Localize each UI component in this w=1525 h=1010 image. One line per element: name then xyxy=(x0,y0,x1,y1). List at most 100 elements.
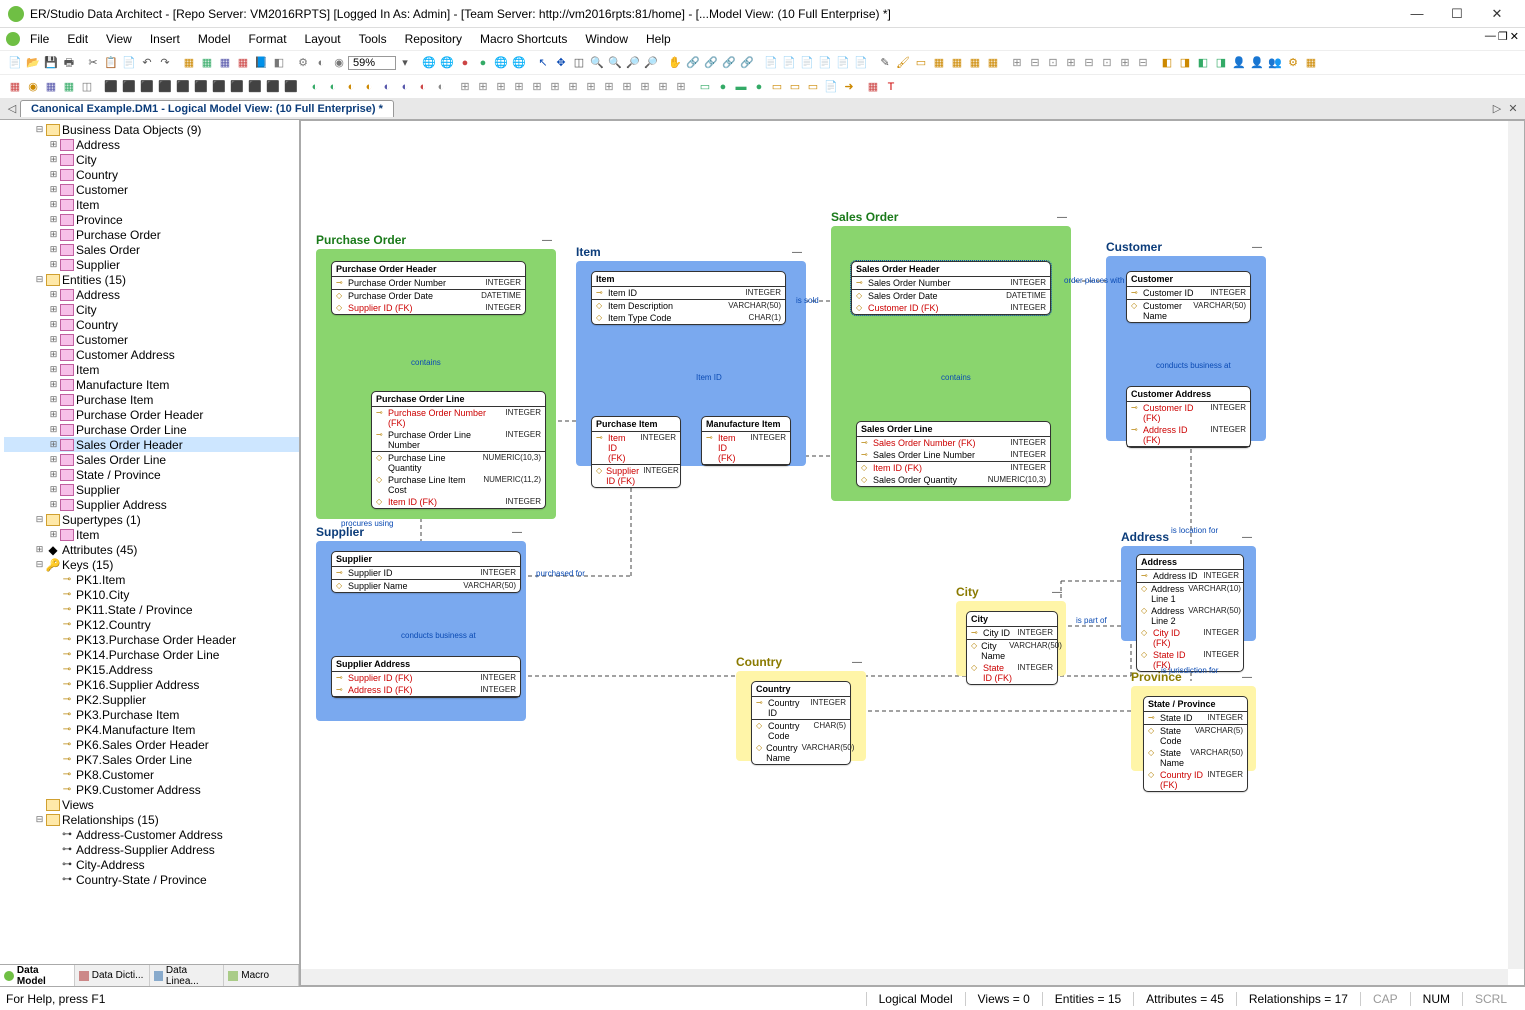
toolbar-button[interactable]: ● xyxy=(456,54,474,72)
toolbar-button[interactable]: ↷ xyxy=(156,53,174,71)
toolbar-button[interactable]: ⊞ xyxy=(1008,53,1026,71)
menu-tools[interactable]: Tools xyxy=(351,30,395,48)
toolbar-button[interactable]: 📄 xyxy=(798,53,816,71)
tree-node[interactable]: ⊞Country xyxy=(4,167,299,182)
tree-node[interactable]: ⊸PK13.Purchase Order Header xyxy=(4,632,299,647)
toolbar-button[interactable]: ▦ xyxy=(42,77,60,95)
toolbar-button[interactable]: ⚙ xyxy=(1284,53,1302,71)
toolbar-button[interactable]: 📄 xyxy=(822,77,840,95)
tree-node[interactable]: ⊸PK10.City xyxy=(4,587,299,602)
entity-address[interactable]: Address⊸Address IDINTEGER◇Address Line 1… xyxy=(1136,554,1244,672)
toolbar-button[interactable]: ⊟ xyxy=(1134,53,1152,71)
tree-node[interactable]: ⊞Sales Order Header xyxy=(4,437,299,452)
tree-node[interactable]: ⊞State / Province xyxy=(4,467,299,482)
toolbar-button[interactable]: ⊟ xyxy=(1026,53,1044,71)
toolbar-button[interactable]: 📄 xyxy=(852,53,870,71)
toolbar-button[interactable]: ⬛ xyxy=(120,77,138,95)
toolbar-button[interactable]: ▦ xyxy=(6,77,24,95)
toolbar-button[interactable]: ⬛ xyxy=(210,77,228,95)
toolbar-button[interactable]: ◫ xyxy=(570,53,588,71)
toolbar-button[interactable]: ⊡ xyxy=(1098,53,1116,71)
tree-node[interactable]: ⊟Entities (15) xyxy=(4,272,299,287)
toolbar-button[interactable]: 🌐 xyxy=(420,53,438,71)
entity-customer-address[interactable]: Customer Address⊸Customer ID (FK)INTEGER… xyxy=(1126,386,1251,448)
menu-edit[interactable]: Edit xyxy=(59,30,96,48)
toolbar-button[interactable]: ⊞ xyxy=(564,77,582,95)
toolbar-button[interactable]: ⬛ xyxy=(246,77,264,95)
toolbar-button[interactable]: 🔍 xyxy=(588,53,606,71)
tree-node[interactable]: ⊸PK7.Sales Order Line xyxy=(4,752,299,767)
toolbar-button[interactable]: ▦ xyxy=(234,53,252,71)
toolbar-button[interactable]: ⊞ xyxy=(654,77,672,95)
toolbar-button[interactable]: ◐ xyxy=(306,78,324,96)
tree-node[interactable]: ⊞Country xyxy=(4,317,299,332)
toolbar-button[interactable]: 📄 xyxy=(120,53,138,71)
tree-node[interactable]: ⊞Customer xyxy=(4,332,299,347)
toolbar-button[interactable]: ⬛ xyxy=(156,77,174,95)
toolbar-button[interactable]: ⬛ xyxy=(264,77,282,95)
entity-manufacture-item[interactable]: Manufacture Item⊸Item ID (FK)INTEGER xyxy=(701,416,791,466)
sidebar-tab-macro[interactable]: Macro xyxy=(224,965,299,986)
menu-layout[interactable]: Layout xyxy=(297,30,349,48)
toolbar-button[interactable]: ◧ xyxy=(1194,53,1212,71)
tree-node[interactable]: ⊞Purchase Order Line xyxy=(4,422,299,437)
tree-node[interactable]: ⊞Customer Address xyxy=(4,347,299,362)
toolbar-button[interactable]: 📂 xyxy=(24,53,42,71)
toolbar-button[interactable]: 🔗 xyxy=(738,53,756,71)
toolbar-button[interactable]: ◉ xyxy=(24,77,42,95)
toolbar-button[interactable]: ⬛ xyxy=(138,77,156,95)
toolbar-button[interactable]: ◐ xyxy=(312,54,330,72)
tree-node[interactable]: ⊶Address-Customer Address xyxy=(4,827,299,842)
collapse-icon[interactable]: — xyxy=(1052,587,1062,598)
collapse-icon[interactable]: — xyxy=(512,527,522,538)
tree-node[interactable]: ⊸PK3.Purchase Item xyxy=(4,707,299,722)
toolbar-button[interactable]: ➜ xyxy=(840,77,858,95)
entity-city[interactable]: City⊸City IDINTEGER◇City NameVARCHAR(50)… xyxy=(966,611,1058,685)
toolbar-button[interactable]: ⊞ xyxy=(672,77,690,95)
tree-node[interactable]: ⊸PK9.Customer Address xyxy=(4,782,299,797)
tree-node[interactable]: ⊞Supplier xyxy=(4,482,299,497)
tab-close-icon[interactable]: ✕ xyxy=(1505,102,1521,115)
toolbar-button[interactable]: 👤 xyxy=(1248,53,1266,71)
tree-node[interactable]: ⊞Province xyxy=(4,212,299,227)
menu-repository[interactable]: Repository xyxy=(397,30,470,48)
toolbar-button[interactable]: ▦ xyxy=(60,77,78,95)
tree-node[interactable]: ⊸PK1.Item xyxy=(4,572,299,587)
mdi-restore-button[interactable]: ❐ xyxy=(1498,30,1508,48)
toolbar-button[interactable]: ◐ xyxy=(396,78,414,96)
collapse-icon[interactable]: — xyxy=(792,247,802,258)
toolbar-button[interactable]: ⊞ xyxy=(510,77,528,95)
menu-file[interactable]: File xyxy=(22,30,57,48)
tree-node[interactable]: ⊞Item xyxy=(4,362,299,377)
toolbar-button[interactable]: ◧ xyxy=(270,53,288,71)
toolbar-button[interactable]: ▦ xyxy=(930,53,948,71)
toolbar-button[interactable]: ⊞ xyxy=(456,77,474,95)
toolbar-button[interactable]: ⊞ xyxy=(1062,53,1080,71)
tree-node[interactable]: ⊞Supplier Address xyxy=(4,497,299,512)
entity-customer[interactable]: Customer⊸Customer IDINTEGER◇Customer Nam… xyxy=(1126,271,1251,323)
toolbar-button[interactable]: ⬛ xyxy=(192,77,210,95)
toolbar-button[interactable]: ● xyxy=(714,78,732,96)
toolbar-button[interactable]: 🖌 xyxy=(894,53,912,71)
toolbar-button[interactable]: 🌐 xyxy=(492,53,510,71)
tab-prev-icon[interactable]: ◁ xyxy=(4,102,20,115)
toolbar-button[interactable]: ⬛ xyxy=(174,77,192,95)
toolbar-button[interactable]: 🌐 xyxy=(438,53,456,71)
toolbar-button[interactable]: ⊞ xyxy=(528,77,546,95)
entity-supplier-address[interactable]: Supplier Address⊸Supplier ID (FK)INTEGER… xyxy=(331,656,521,698)
sidebar-tab-data-lineage[interactable]: Data Linea... xyxy=(150,965,225,986)
menu-model[interactable]: Model xyxy=(190,30,239,48)
entity-purchase-order-line[interactable]: Purchase Order Line⊸Purchase Order Numbe… xyxy=(371,391,546,509)
zoom-input[interactable] xyxy=(348,56,396,70)
toolbar-button[interactable]: 🔎 xyxy=(642,53,660,71)
toolbar-button[interactable]: 👤 xyxy=(1230,53,1248,71)
horizontal-scrollbar[interactable] xyxy=(301,969,1508,985)
app-menu-icon[interactable] xyxy=(6,32,20,46)
tree-node[interactable]: ⊞Sales Order Line xyxy=(4,452,299,467)
tree-node[interactable]: ⊸PK2.Supplier xyxy=(4,692,299,707)
entity-country[interactable]: Country⊸Country IDINTEGER◇Country CodeCH… xyxy=(751,681,851,765)
close-button[interactable]: ✕ xyxy=(1477,0,1517,28)
tree-node[interactable]: ⊸PK8.Customer xyxy=(4,767,299,782)
toolbar-button[interactable]: ⊞ xyxy=(582,77,600,95)
menu-help[interactable]: Help xyxy=(638,30,679,48)
